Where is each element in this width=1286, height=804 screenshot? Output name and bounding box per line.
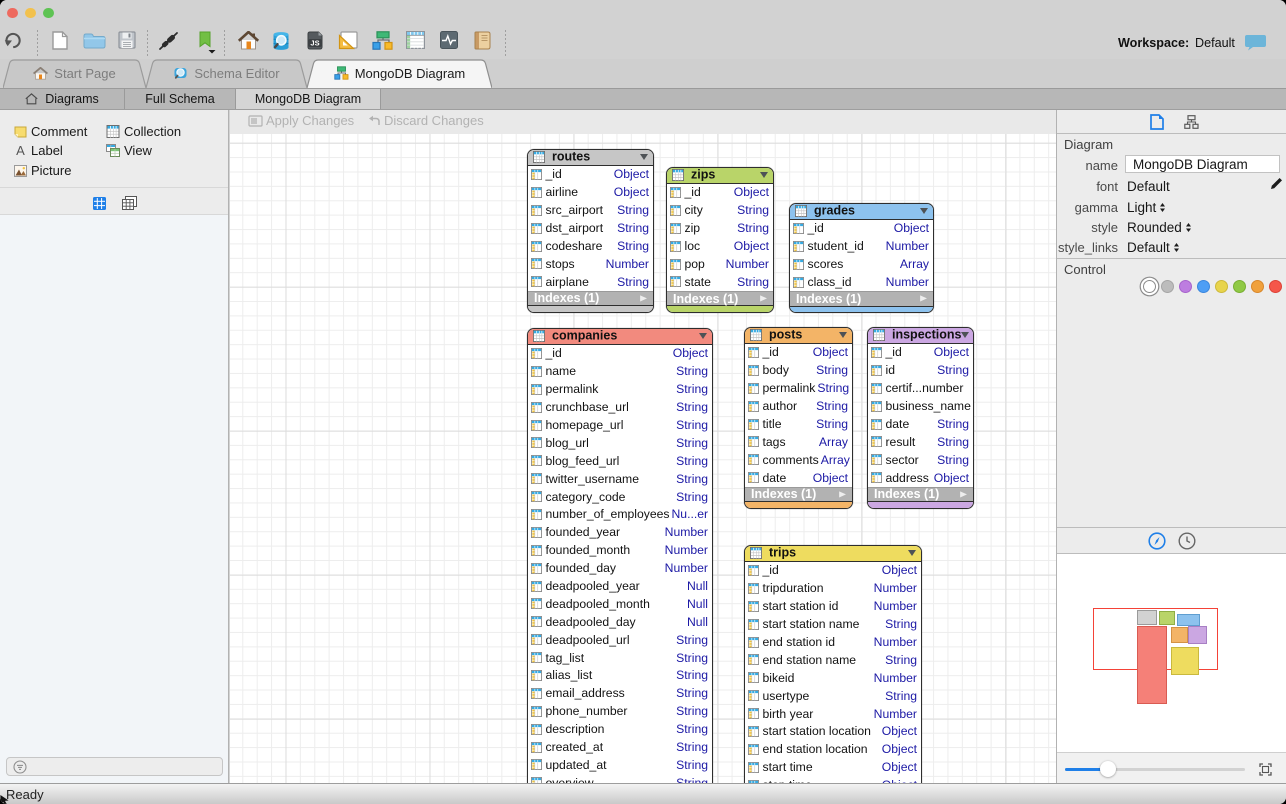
svg-text:A: A: [16, 144, 25, 157]
svg-text:JS: JS: [310, 39, 319, 48]
